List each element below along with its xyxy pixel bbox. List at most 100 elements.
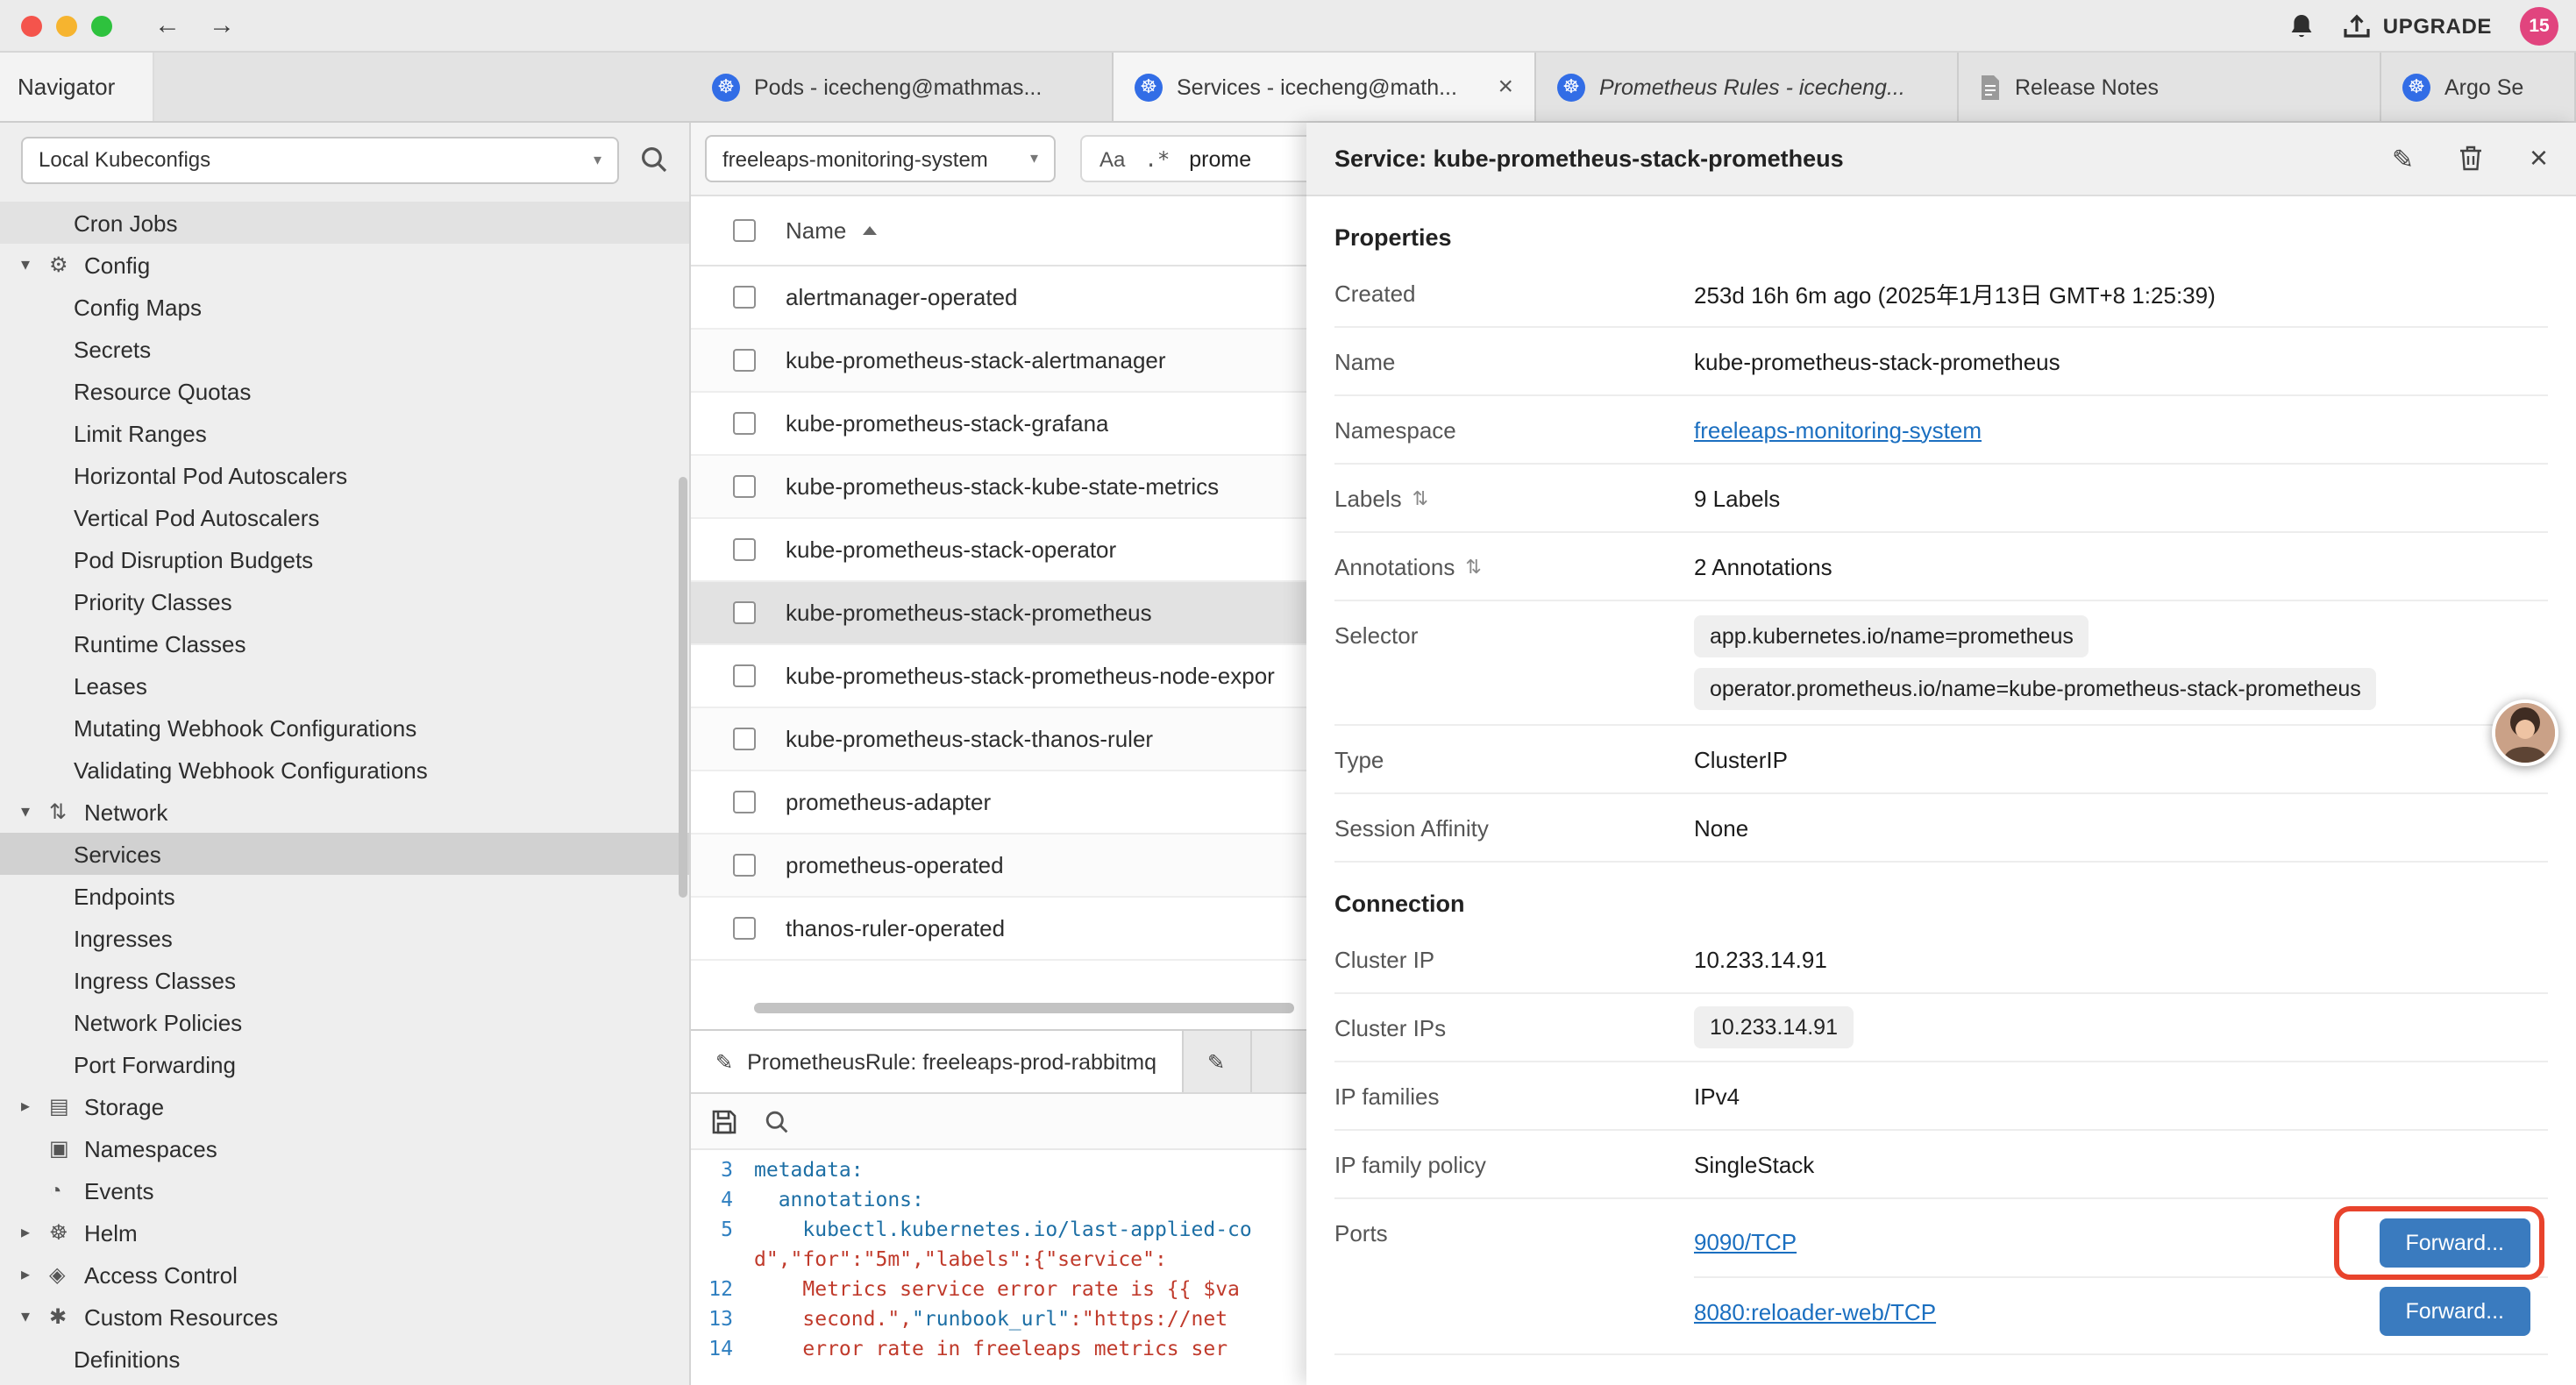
chevron-right-icon[interactable]: ▸ xyxy=(21,1097,49,1116)
sidebar-item-services[interactable]: Services xyxy=(0,833,689,875)
row-checkbox[interactable] xyxy=(733,917,756,940)
chevron-down-icon[interactable]: ▾ xyxy=(21,802,49,821)
chevron-right-icon[interactable]: ▸ xyxy=(21,1223,49,1242)
row-checkbox[interactable] xyxy=(733,664,756,687)
namespace-link[interactable]: freeleaps-monitoring-system xyxy=(1694,416,1982,443)
notification-count-badge[interactable]: 15 xyxy=(2520,6,2558,45)
upgrade-label: UPGRADE xyxy=(2383,13,2492,38)
close-drawer-icon[interactable]: × xyxy=(2530,140,2548,177)
sidebar-item-pod-disruption-budgets[interactable]: Pod Disruption Budgets xyxy=(0,538,689,580)
tab-services-icecheng-math[interactable]: ☸Services - icecheng@math...× xyxy=(1114,53,1536,121)
delete-resource-icon[interactable] xyxy=(2459,146,2484,172)
minimize-window-button[interactable] xyxy=(56,15,77,36)
sidebar-item-config-maps[interactable]: Config Maps xyxy=(0,286,689,328)
chevron-right-icon[interactable]: ▸ xyxy=(21,1265,49,1284)
close-window-button[interactable] xyxy=(21,15,42,36)
drawer-row-label: Cluster IPs xyxy=(1334,1014,1694,1041)
editor-search-icon[interactable] xyxy=(765,1109,789,1133)
sidebar-item-mutating-webhook-configurations[interactable]: Mutating Webhook Configurations xyxy=(0,707,689,749)
dock-tab-partial[interactable]: ✎ xyxy=(1183,1031,1251,1092)
sidebar-scrollbar[interactable] xyxy=(679,477,687,898)
tab-pods-icecheng-mathmas[interactable]: ☸Pods - icecheng@mathmas... xyxy=(691,53,1114,121)
app-window: ← → UPGRADE 15 Navigator ☸Pods - icechen… xyxy=(0,0,2576,1385)
forward-button[interactable]: Forward... xyxy=(2379,1287,2530,1336)
save-icon[interactable] xyxy=(712,1109,737,1133)
sidebar-item-vertical-pod-autoscalers[interactable]: Vertical Pod Autoscalers xyxy=(0,496,689,538)
drawer-row-value: kube-prometheus-stack-prometheus xyxy=(1694,348,2548,374)
sidebar-item-label: Access Control xyxy=(84,1261,238,1288)
history-forward-button[interactable]: → xyxy=(209,12,235,39)
sidebar-item-leases[interactable]: Leases xyxy=(0,664,689,707)
sidebar-item-network[interactable]: ▾⇅Network xyxy=(0,791,689,833)
sidebar-item-horizontal-pod-autoscalers[interactable]: Horizontal Pod Autoscalers xyxy=(0,454,689,496)
sidebar-item-limit-ranges[interactable]: Limit Ranges xyxy=(0,412,689,454)
port-link[interactable]: 8080:reloader-web/TCP xyxy=(1694,1298,1936,1325)
column-header-name[interactable]: Name xyxy=(786,217,846,244)
history-back-button[interactable]: ← xyxy=(154,12,181,39)
sidebar-item-network-policies[interactable]: Network Policies xyxy=(0,1001,689,1043)
row-checkbox[interactable] xyxy=(733,538,756,561)
sidebar-item-label: Priority Classes xyxy=(74,588,232,614)
sidebar-item-definitions[interactable]: Definitions xyxy=(0,1338,689,1380)
regex-toggle[interactable]: .* xyxy=(1144,146,1170,171)
upgrade-icon xyxy=(2343,13,2371,38)
port-link[interactable]: 9090/TCP xyxy=(1694,1229,1797,1255)
drawer-row-namespace: Namespacefreeleaps-monitoring-system xyxy=(1334,396,2548,465)
sidebar-item-runtime-classes[interactable]: Runtime Classes xyxy=(0,622,689,664)
search-query-input[interactable]: prome xyxy=(1189,146,1251,171)
drawer-row-value: 253d 16h 6m ago (2025年1月13日 GMT+8 1:25:3… xyxy=(1694,276,2548,309)
chevron-down-icon[interactable]: ▾ xyxy=(21,1307,49,1326)
sidebar-item-cron-jobs[interactable]: Cron Jobs xyxy=(0,202,689,244)
horizontal-scrollbar[interactable] xyxy=(754,1003,1294,1013)
select-all-checkbox[interactable] xyxy=(733,219,756,242)
tab-argo-se[interactable]: ☸Argo Se xyxy=(2381,53,2576,121)
edit-resource-icon[interactable]: ✎ xyxy=(2392,143,2414,174)
drawer-row-name: Namekube-prometheus-stack-prometheus xyxy=(1334,328,2548,396)
sidebar-item-ingresses[interactable]: Ingresses xyxy=(0,917,689,959)
user-avatar[interactable] xyxy=(2492,700,2558,766)
sidebar-item-port-forwarding[interactable]: Port Forwarding xyxy=(0,1043,689,1085)
tab-label: Argo Se xyxy=(2444,75,2523,99)
row-checkbox[interactable] xyxy=(733,349,756,372)
row-checkbox[interactable] xyxy=(733,286,756,309)
upgrade-button[interactable]: UPGRADE xyxy=(2343,13,2492,38)
row-checkbox[interactable] xyxy=(733,854,756,877)
sidebar-item-helm[interactable]: ▸☸Helm xyxy=(0,1211,689,1254)
tab-release-notes[interactable]: Release Notes xyxy=(1959,53,2381,121)
sidebar-item-resource-quotas[interactable]: Resource Quotas xyxy=(0,370,689,412)
sidebar-item-access-control[interactable]: ▸◈Access Control xyxy=(0,1254,689,1296)
sidebar-item-config[interactable]: ▾⚙Config xyxy=(0,244,689,286)
sidebar-item-custom-resources[interactable]: ▾✱Custom Resources xyxy=(0,1296,689,1338)
drawer-row-selector: Selectorapp.kubernetes.io/name=prometheu… xyxy=(1334,601,2548,726)
sidebar-item-events[interactable]: ◔Events xyxy=(0,1169,689,1211)
match-case-toggle[interactable]: Aa xyxy=(1099,146,1125,171)
sidebar-item-ingress-classes[interactable]: Ingress Classes xyxy=(0,959,689,1001)
kubeconfig-select[interactable]: Local Kubeconfigs ▾ xyxy=(21,136,619,183)
sidebar-item-storage[interactable]: ▸▤Storage xyxy=(0,1085,689,1127)
maximize-window-button[interactable] xyxy=(91,15,112,36)
sidebar-item-priority-classes[interactable]: Priority Classes xyxy=(0,580,689,622)
row-checkbox[interactable] xyxy=(733,791,756,813)
value-text: kube-prometheus-stack-prometheus xyxy=(1694,348,2060,374)
sidebar-search-icon[interactable] xyxy=(640,146,668,174)
sidebar-item-validating-webhook-configurations[interactable]: Validating Webhook Configurations xyxy=(0,749,689,791)
sidebar-item-label: Events xyxy=(84,1177,154,1204)
close-tab-icon[interactable]: × xyxy=(1498,72,1513,102)
dock-tab-prometheusrule[interactable]: ✎ PrometheusRule: freeleaps-prod-rabbitm… xyxy=(691,1031,1183,1092)
forward-button[interactable]: Forward... xyxy=(2379,1218,2530,1267)
notifications-bell-icon[interactable] xyxy=(2288,11,2315,39)
tab-prometheus-rules-icecheng[interactable]: ☸Prometheus Rules - icecheng... xyxy=(1536,53,1959,121)
sort-icon[interactable]: ⇅ xyxy=(1465,555,1481,578)
row-checkbox[interactable] xyxy=(733,728,756,750)
row-checkbox[interactable] xyxy=(733,475,756,498)
namespace-filter-select[interactable]: freeleaps-monitoring-system ▾ xyxy=(705,135,1056,182)
drawer-row-label: IP family policy xyxy=(1334,1151,1694,1177)
sidebar-item-namespaces[interactable]: ▣Namespaces xyxy=(0,1127,689,1169)
dock-tab-label: PrometheusRule: freeleaps-prod-rabbitmq xyxy=(747,1049,1156,1074)
sidebar-item-secrets[interactable]: Secrets xyxy=(0,328,689,370)
chevron-down-icon[interactable]: ▾ xyxy=(21,255,49,274)
sidebar-item-endpoints[interactable]: Endpoints xyxy=(0,875,689,917)
sort-icon[interactable]: ⇅ xyxy=(1413,487,1428,509)
row-checkbox[interactable] xyxy=(733,601,756,624)
row-checkbox[interactable] xyxy=(733,412,756,435)
